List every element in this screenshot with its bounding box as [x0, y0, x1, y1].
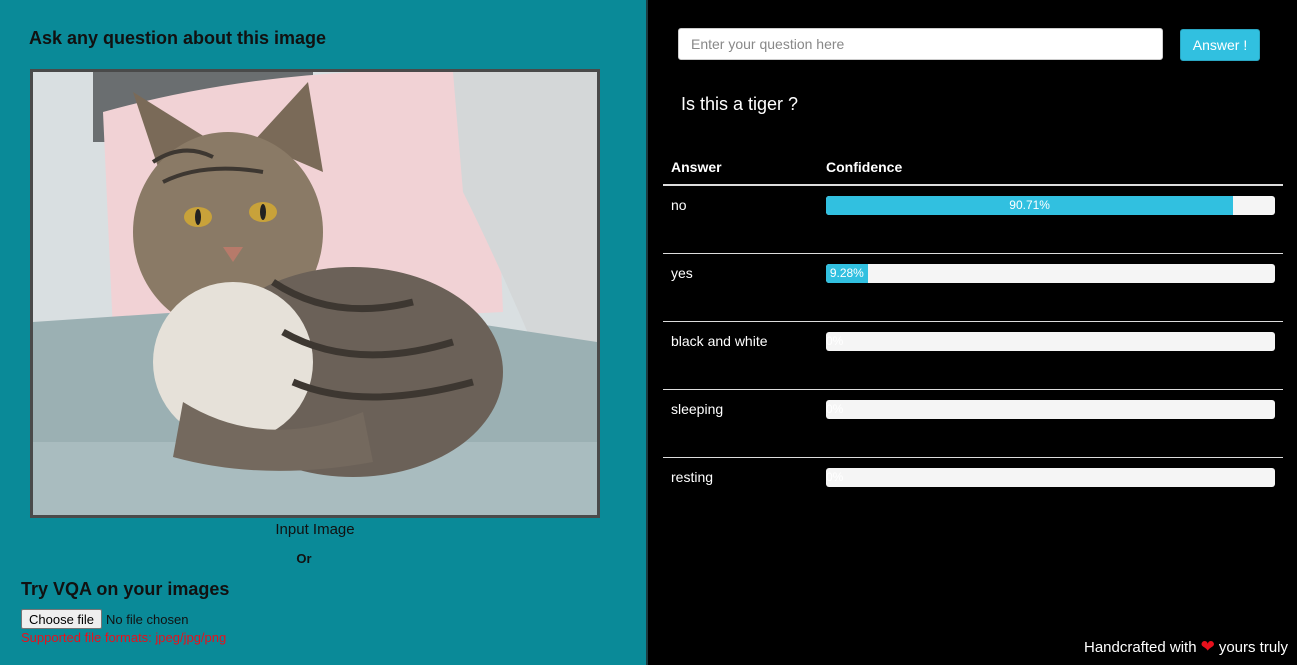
or-label: Or	[296, 551, 312, 566]
table-row: sleeping 0%	[663, 389, 1283, 458]
left-title: Ask any question about this image	[29, 28, 327, 48]
input-image	[30, 69, 600, 518]
answer-button[interactable]: Answer !	[1180, 29, 1260, 61]
footer-prefix: Handcrafted with	[1084, 638, 1197, 656]
confidence-bar: 0%	[826, 332, 1275, 351]
answer-cell: sleeping	[663, 389, 818, 458]
answer-cell: black and white	[663, 321, 818, 390]
left-panel: Ask any question about this image Input …	[0, 0, 646, 665]
file-status: No file chosen	[106, 611, 189, 627]
try-vqa-title: Try VQA on your images	[21, 579, 230, 599]
heart-icon: ❤	[1200, 637, 1215, 656]
answers-table: Answer Confidence no 90.71% yes 9.28% bl…	[663, 150, 1283, 525]
question-input[interactable]	[678, 28, 1163, 60]
table-row: resting 0%	[663, 457, 1283, 525]
answer-cell: no	[671, 197, 687, 213]
table-row: black and white 0%	[663, 321, 1283, 390]
supported-formats-note: Supported file formats: jpeg/jpg/png	[21, 630, 227, 645]
right-panel: Answer ! Is this a tiger ? Answer Confid…	[648, 0, 1297, 665]
confidence-bar: 9.28%	[826, 264, 1275, 283]
table-row: yes 9.28%	[663, 253, 1283, 322]
footer: Handcrafted with ❤ yours truly	[1084, 637, 1288, 657]
footer-suffix: yours truly	[1218, 638, 1288, 656]
confidence-bar-fill: 90.71%	[826, 196, 1234, 215]
table-header-row: Answer Confidence	[663, 150, 1283, 186]
answer-cell: resting	[663, 457, 818, 525]
answer-column-header: Answer	[663, 150, 818, 186]
image-caption: Input Image	[275, 521, 355, 538]
answer-cell: yes	[663, 253, 818, 322]
confidence-bar: 90.71%	[826, 196, 1275, 215]
confidence-bar: 0%	[826, 400, 1275, 419]
confidence-bar-fill: 9.28%	[826, 264, 868, 283]
file-picker: Choose file No file chosen	[21, 609, 188, 629]
question-text: Is this a tiger ?	[681, 94, 799, 114]
confidence-bar: 0%	[826, 468, 1275, 487]
choose-file-button[interactable]: Choose file	[21, 609, 103, 629]
table-row: no 90.71%	[663, 185, 1283, 254]
confidence-column-header: Confidence	[818, 150, 1283, 186]
